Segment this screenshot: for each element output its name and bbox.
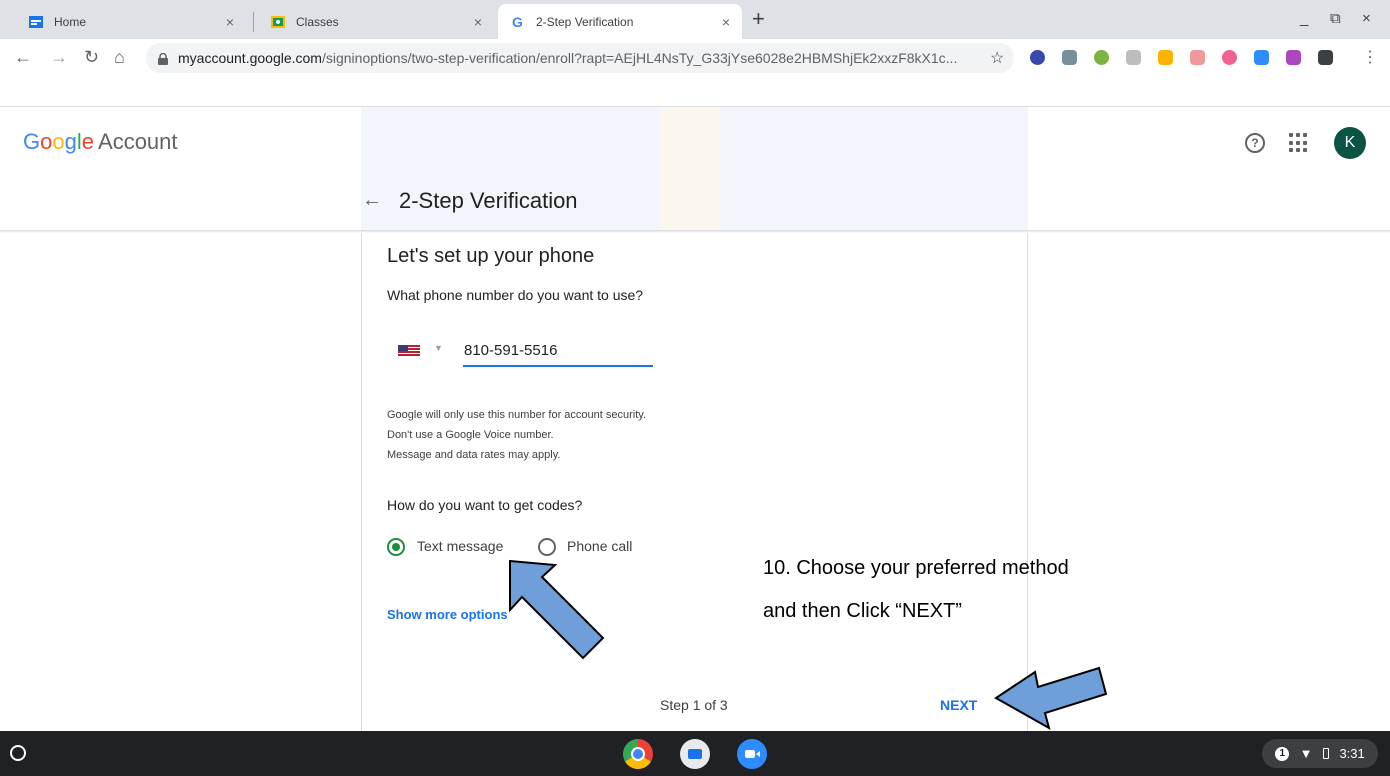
thumb-extension-icon[interactable] (1158, 50, 1173, 65)
zoom-icon[interactable] (737, 739, 767, 769)
close-tab-icon[interactable]: × (722, 14, 730, 30)
person-extension-icon[interactable] (1062, 50, 1077, 65)
forward-arrow-icon[interactable]: → (50, 47, 68, 68)
arrow-to-text-message (509, 559, 605, 660)
arrow-to-next (994, 666, 1108, 731)
annotation-arrows (509, 559, 1108, 731)
lock-icon (158, 52, 168, 65)
arrow-extension-icon[interactable] (1190, 50, 1205, 65)
status-tray[interactable]: 1 ▼ 3:31 (1262, 739, 1378, 768)
camera-icon[interactable] (680, 739, 710, 769)
k-extension-icon[interactable] (1030, 50, 1045, 65)
reload-icon[interactable]: ↻ (84, 47, 99, 68)
back-arrow-icon[interactable]: ← (14, 47, 32, 68)
tab-separator (253, 12, 254, 32)
launcher-icon[interactable] (10, 745, 26, 761)
clock: 3:31 (1339, 746, 1365, 761)
puzzle-extension-icon[interactable] (1318, 50, 1333, 65)
os-shelf: 1 ▼ 3:31 (0, 731, 1390, 776)
home-icon[interactable]: ⌂ (114, 47, 125, 68)
svg-text:G: G (512, 14, 523, 30)
tab-title: Home (54, 14, 87, 29)
tab-classes[interactable]: Classes × (258, 4, 494, 39)
minimize-button[interactable]: _ (1300, 10, 1308, 27)
home-extension-icon[interactable] (1126, 50, 1141, 65)
notification-count-icon: 1 (1275, 746, 1290, 761)
tab-title: Classes (296, 14, 339, 29)
power-extension-icon[interactable] (1094, 50, 1109, 65)
browser-menu-icon[interactable]: ⋮ (1362, 47, 1378, 67)
browser-toolbar: ← → ↻ ⌂ myaccount.google.com/signinoptio… (0, 39, 1390, 77)
google-g-icon: G (510, 14, 526, 30)
wifi-icon: ▼ (1299, 746, 1313, 761)
close-window-button[interactable]: × (1362, 10, 1371, 27)
target-extension-icon[interactable] (1222, 50, 1237, 65)
address-bar[interactable]: myaccount.google.com/signinoptions/two-s… (146, 43, 1014, 73)
tab-home[interactable]: Home × (16, 4, 246, 39)
close-tab-icon[interactable]: × (226, 14, 234, 30)
zoom-extension-icon[interactable] (1254, 50, 1269, 65)
battery-icon (1323, 748, 1329, 759)
restore-button[interactable]: ⧉ (1330, 10, 1341, 27)
google-classroom-icon (270, 14, 286, 30)
tab-2-step-verification[interactable]: G 2-Step Verification × (498, 4, 742, 39)
chrome-icon[interactable] (623, 739, 653, 769)
classroom-home-icon (28, 14, 44, 30)
url-host: myaccount.google.com (178, 50, 322, 66)
close-tab-icon[interactable]: × (474, 14, 482, 30)
new-tab-button[interactable]: + (752, 6, 765, 32)
bookmark-star-icon[interactable]: ☆ (990, 48, 1004, 68)
page-viewport: Google Account ? K ← 2-Step Verification … (0, 77, 1390, 731)
tab-strip: Home × Classes × G 2-Step Verification ×… (0, 0, 1390, 39)
robot-extension-icon[interactable] (1286, 50, 1301, 65)
tab-title: 2-Step Verification (536, 14, 634, 29)
url-path: /signinoptions/two-step-verification/enr… (321, 50, 958, 66)
